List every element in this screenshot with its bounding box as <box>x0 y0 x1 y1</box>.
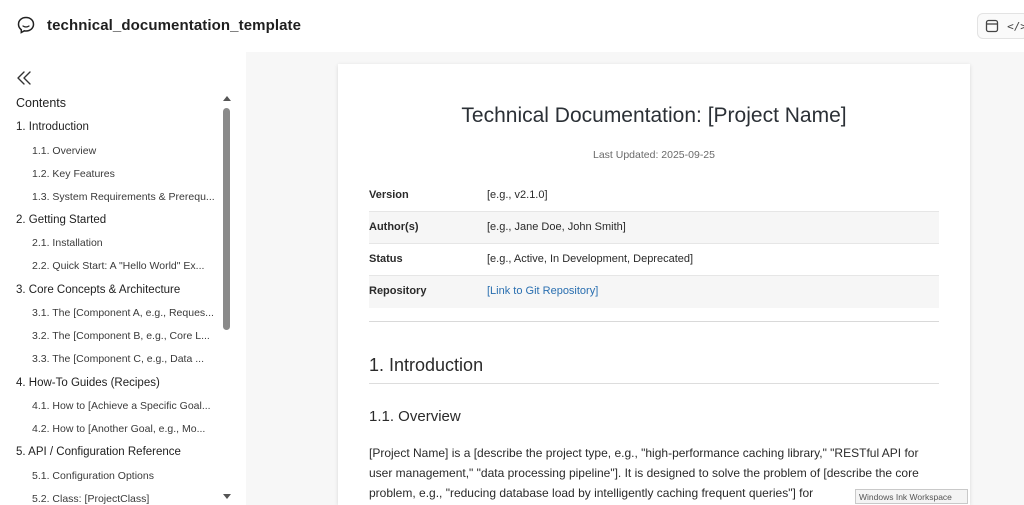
scroll-up-arrow-icon[interactable] <box>223 96 231 101</box>
repository-link[interactable]: [Link to Git Repository] <box>487 285 598 297</box>
table-row: Version [e.g., v2.1.0] <box>369 180 939 212</box>
toc-subsection-link[interactable]: 3.3. The [Component C, e.g., Data ... <box>32 353 216 365</box>
document-page: Technical Documentation: [Project Name] … <box>338 64 970 505</box>
view-toggle-group: </> <box>977 13 1024 39</box>
window-icon <box>985 19 999 33</box>
scroll-down-arrow-icon[interactable] <box>223 494 231 499</box>
section-heading: 1. Introduction <box>369 355 484 375</box>
sidebar-scrollbar[interactable] <box>222 96 232 505</box>
document-title: technical_documentation_template <box>47 17 302 34</box>
tooltip: Windows Ink Workspace <box>855 489 968 504</box>
toc-subsection-link[interactable]: 1.3. System Requirements & Prerequ... <box>32 191 216 203</box>
toc-section-link[interactable]: 4. How-To Guides (Recipes) <box>16 377 216 389</box>
code-button[interactable]: </> <box>1007 18 1024 34</box>
toc-subsection-link[interactable]: 4.1. How to [Achieve a Specific Goal... <box>32 400 216 412</box>
divider <box>369 321 939 322</box>
code-icon: </> <box>1007 19 1024 33</box>
toc-subsection-link[interactable]: 1.1. Overview <box>32 145 216 157</box>
collapse-sidebar-icon[interactable] <box>15 70 33 86</box>
page-title: Technical Documentation: [Project Name] <box>461 104 847 127</box>
toc-subsection-link[interactable]: 2.1. Installation <box>32 237 216 249</box>
toc-section-link[interactable]: 1. Introduction <box>16 121 216 133</box>
last-updated: Last Updated: 2025-09-25 <box>592 149 715 161</box>
table-row: Author(s) [e.g., Jane Doe, John Smith] <box>369 212 939 244</box>
table-row: Status [e.g., Active, In Development, De… <box>369 244 939 276</box>
meta-value: [e.g., v2.1.0] <box>487 189 548 201</box>
top-bar: technical_documentation_template </> <box>0 0 1024 52</box>
meta-key: Version <box>369 189 409 201</box>
table-row: Repository [Link to Git Repository] <box>369 276 939 308</box>
chat-bubble-icon <box>17 16 35 34</box>
toc-subsection-link[interactable]: 5.1. Configuration Options <box>32 470 216 482</box>
meta-key: Author(s) <box>369 221 419 233</box>
toc-section-link[interactable]: 3. Core Concepts & Architecture <box>16 284 216 296</box>
preview-button[interactable] <box>984 18 1000 34</box>
toc-subsection-link[interactable]: 4.2. How to [Another Goal, e.g., Mo... <box>32 423 216 435</box>
contents-heading: Contents <box>16 96 67 110</box>
toc-section-link[interactable]: 5. API / Configuration Reference <box>16 446 216 458</box>
toc-subsection-link[interactable]: 2.2. Quick Start: A "Hello World" Ex... <box>32 260 216 272</box>
meta-key: Status <box>369 253 403 265</box>
subsection-heading: 1.1. Overview <box>369 408 461 425</box>
meta-value: [e.g., Jane Doe, John Smith] <box>487 221 626 233</box>
toc-subsection-link[interactable]: 1.2. Key Features <box>32 168 216 180</box>
toc-section-link[interactable]: 2. Getting Started <box>16 214 216 226</box>
scroll-thumb[interactable] <box>223 108 230 330</box>
heading-rule <box>369 383 939 384</box>
meta-value: [e.g., Active, In Development, Deprecate… <box>487 253 694 265</box>
overview-paragraph: [Project Name] is a [describe the projec… <box>369 446 919 500</box>
toc-subsection-link[interactable]: 3.2. The [Component B, e.g., Core L... <box>32 330 216 342</box>
meta-key: Repository <box>369 285 427 297</box>
toc-subsection-link[interactable]: 3.1. The [Component A, e.g., Reques... <box>32 307 216 319</box>
toc-subsection-link[interactable]: 5.2. Class: [ProjectClass] <box>32 493 216 505</box>
sidebar: Contents 1. Introduction 1.1. Overview 1.2… <box>0 52 246 505</box>
